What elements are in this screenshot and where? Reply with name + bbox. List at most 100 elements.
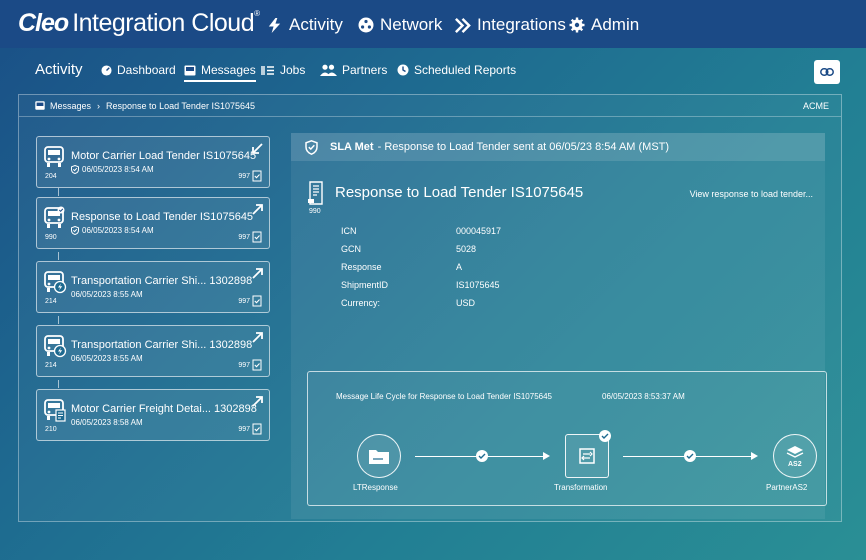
field-shipmentid-value: IS1075645 [456,280,500,290]
card-connector [58,252,59,260]
ack-indicator: 997 [238,359,262,371]
message-datetime: 06/05/2023 8:55 AM [71,354,143,363]
detail-code: 990 [309,208,321,215]
ack-indicator: 997 [238,170,262,182]
network-icon [358,17,374,33]
gear-icon [569,17,585,33]
truck-icon [44,146,64,167]
tab-messages[interactable]: Messages [184,63,256,82]
topnav-integrations[interactable]: Integrations [454,15,566,35]
tab-jobs-label: Jobs [280,63,306,77]
tab-jobs[interactable]: Jobs [261,63,305,77]
as2-badge: AS2 [788,461,802,468]
breadcrumb: Messages › Response to Load Tender IS107… [19,95,841,117]
truck-transit-icon [44,271,67,294]
view-response-link[interactable]: View response to load tender... [690,189,813,199]
sla-text: - Response to Load Tender sent at 06/05/… [377,141,670,153]
shield-check-icon [71,226,79,235]
breadcrumb-current: Response to Load Tender IS1075645 [106,100,255,111]
truck-transit-icon [44,335,67,358]
ack-code: 997 [238,425,250,433]
outbound-arrow-icon [252,332,263,343]
brand-logo[interactable]: Cleo Integration Cloud® [18,9,260,38]
ack-indicator: 997 [238,423,262,435]
inbox-icon [184,65,196,75]
message-datetime-text: 06/05/2023 8:54 AM [82,165,154,174]
outbound-arrow-icon [252,204,263,215]
card-connector [58,188,59,196]
truck-invoice-icon [44,399,66,422]
topnav-network-label: Network [380,15,443,34]
inbound-arrow-icon [252,143,263,154]
check-icon [476,450,488,462]
brand-tm: ® [254,9,260,18]
dashboard-icon [101,64,112,76]
breadcrumb-separator-icon: › [97,100,101,111]
field-shipmentid-label: ShipmentID [341,280,389,290]
ack-check-icon [252,231,262,243]
message-code: 214 [45,298,57,305]
clock-icon [397,64,409,76]
topnav-network[interactable]: Network [358,15,442,35]
document-icon [308,181,323,205]
lifecycle-title: Message Life Cycle for Response to Load … [336,392,552,401]
message-datetime-text: 06/05/2023 8:55 AM [71,354,143,363]
activity-icon [268,17,281,33]
outbound-arrow-icon [252,396,263,407]
outbound-arrow-icon [252,268,263,279]
arrow-right-icon [751,452,758,460]
message-datetime-text: 06/05/2023 8:55 AM [71,290,143,299]
org-label: ACME [802,101,829,111]
ack-code: 997 [238,233,250,241]
section-title: Activity [35,61,83,78]
field-gcn-label: GCN [341,244,361,254]
shield-check-icon [305,139,318,155]
message-code: 210 [45,426,57,433]
arrow-right-icon [543,452,550,460]
message-title: Motor Carrier Load Tender IS1075645 [71,150,257,162]
message-card-selected[interactable]: 990 Response to Load Tender IS1075645 06… [36,197,270,249]
brand-name-bold: Cleo [18,9,69,37]
field-response-label: Response [341,262,382,272]
sla-banner: SLA Met - Response to Load Tender sent a… [291,133,825,161]
tab-scheduled-reports[interactable]: Scheduled Reports [397,63,516,77]
message-card[interactable]: 214 Transportation Carrier Shi... 130289… [36,325,270,377]
node-transformation-label: Transformation [554,483,608,492]
topnav-activity-label: Activity [289,15,343,34]
message-title: Response to Load Tender IS1075645 [71,211,254,223]
message-title: Transportation Carrier Shi... 1302898 [71,339,253,351]
topnav-activity[interactable]: Activity [266,15,343,35]
check-icon [684,450,696,462]
ack-check-icon [252,359,262,371]
node-partneras2[interactable] [773,434,817,478]
message-title: Transportation Carrier Shi... 1302898 [71,275,253,287]
ack-code: 997 [238,172,250,180]
field-currency-value: USD [456,298,476,308]
node-ltresponse[interactable] [357,434,401,478]
sub-nav: Activity Dashboard Messages Jobs Partner… [18,55,848,89]
ack-code: 997 [238,361,250,369]
breadcrumb-root[interactable]: Messages [50,101,91,111]
field-icn-label: ICN [341,226,357,236]
tab-partners-label: Partners [342,63,388,77]
tab-partners[interactable]: Partners [320,63,387,77]
node-check-badge-icon [599,430,611,442]
tab-dashboard[interactable]: Dashboard [101,63,176,77]
ack-indicator: 997 [238,231,262,243]
link-icon [820,68,834,76]
field-response-value: A [456,262,463,272]
message-card[interactable]: 210 Motor Carrier Freight Detai... 13028… [36,389,270,441]
field-currency-label: Currency: [341,298,381,308]
topnav-admin[interactable]: Admin [569,15,639,35]
transformation-icon [579,448,595,464]
card-connector [58,380,59,388]
main-panel: Messages › Response to Load Tender IS107… [18,94,842,522]
message-datetime: 06/05/2023 8:54 AM [71,226,154,235]
copy-link-button[interactable] [814,60,840,84]
tab-scheduled-reports-label: Scheduled Reports [414,63,517,77]
tab-messages-label: Messages [201,63,256,77]
partners-icon [320,64,337,76]
inbox-icon [35,101,45,110]
message-card[interactable]: 214 Transportation Carrier Shi... 130289… [36,261,270,313]
message-card[interactable]: 204 Motor Carrier Load Tender IS1075645 … [36,136,270,188]
